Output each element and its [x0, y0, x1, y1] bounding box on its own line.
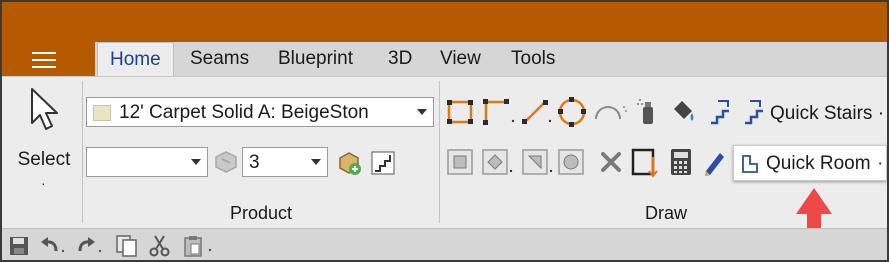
tab-3d[interactable]: 3D: [376, 42, 424, 76]
product-group-label: Product: [229, 203, 293, 223]
redo-icon[interactable]: [74, 235, 104, 257]
quick-room-icon: [742, 155, 758, 173]
tab-tools[interactable]: Tools: [499, 42, 567, 76]
corner-line-icon[interactable]: [480, 97, 516, 127]
quick-room-button[interactable]: Quick Room ·: [733, 145, 887, 181]
secondary-combobox[interactable]: [86, 147, 208, 177]
quick-room-label: Quick Room: [766, 153, 871, 174]
ribbon-tab-strip: Home Seams Blueprint 3D View Tools: [2, 42, 887, 76]
app-window: Home Seams Blueprint 3D View Tools Selec…: [0, 0, 889, 262]
circle-shape-icon[interactable]: [556, 147, 586, 177]
tab-seams[interactable]: Seams: [178, 42, 261, 76]
delete-x-icon[interactable]: [598, 149, 624, 175]
cut-icon[interactable]: [148, 234, 172, 258]
calculator-icon[interactable]: [668, 147, 694, 177]
select-tool-button[interactable]: Select ·: [10, 83, 78, 193]
square-shape-icon[interactable]: [445, 147, 475, 177]
dropdown-dot-icon: ·: [877, 153, 884, 174]
circle-icon[interactable]: [556, 95, 590, 129]
quick-stairs-button[interactable]: Quick Stairs ·: [770, 103, 884, 125]
chevron-down-icon: [191, 159, 201, 165]
group-separator: [82, 81, 83, 223]
chevron-down-icon: [417, 109, 427, 115]
tab-view[interactable]: View: [428, 42, 493, 76]
quantity-combobox[interactable]: 3: [242, 147, 328, 177]
cursor-arrow-icon: [31, 88, 58, 130]
diamond-shape-icon[interactable]: [480, 147, 514, 177]
group-separator: [439, 81, 440, 223]
material-swatch: [93, 105, 111, 121]
stair-grid-icon[interactable]: [369, 149, 397, 177]
fill-bucket-icon[interactable]: [668, 95, 698, 127]
triangle-shape-icon[interactable]: [520, 147, 554, 177]
arc-icon[interactable]: [592, 97, 628, 127]
material-value: 12' Carpet Solid A: BeigeSton: [119, 102, 369, 123]
title-bar: [2, 2, 887, 42]
tab-blueprint[interactable]: Blueprint: [266, 42, 365, 76]
material-combobox[interactable]: 12' Carpet Solid A: BeigeSton: [86, 97, 434, 127]
copy-icon[interactable]: [114, 234, 140, 258]
quick-stairs-icon[interactable]: [742, 97, 768, 127]
quantity-value: 3: [249, 152, 260, 173]
hamburger-menu-icon[interactable]: [32, 52, 62, 70]
line-icon[interactable]: [520, 97, 552, 127]
dropdown-dot-icon: ·: [872, 103, 885, 124]
spray-icon[interactable]: [634, 95, 660, 127]
paint-disabled-icon: [215, 151, 237, 173]
quick-stairs-label: Quick Stairs: [770, 103, 873, 124]
pencil-icon[interactable]: [700, 147, 728, 177]
resize-corner-icon[interactable]: [630, 147, 660, 179]
save-icon[interactable]: [8, 235, 30, 257]
quick-access-toolbar: [2, 228, 887, 260]
paste-icon[interactable]: [182, 234, 214, 258]
tab-home[interactable]: Home: [97, 42, 174, 76]
select-dropdown-indicator[interactable]: ·: [41, 175, 46, 191]
undo-icon[interactable]: [38, 235, 68, 257]
rectangle-icon[interactable]: [445, 97, 475, 127]
select-label: Select: [17, 149, 71, 170]
chevron-down-icon: [311, 159, 321, 165]
product-add-icon[interactable]: [335, 149, 363, 177]
stairs-icon[interactable]: [708, 97, 734, 127]
